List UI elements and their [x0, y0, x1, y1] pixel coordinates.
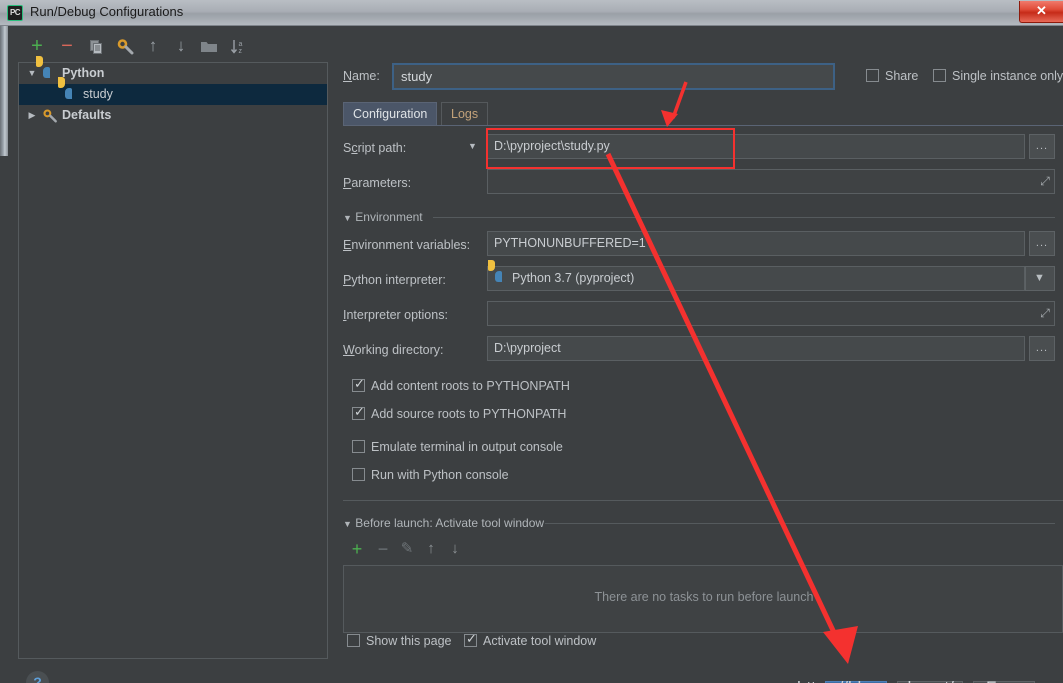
python-icon — [65, 88, 79, 102]
edit-templates-wrench-icon[interactable] — [114, 34, 136, 58]
show-this-page-checkbox[interactable]: Show this page — [347, 634, 451, 648]
env-variables-label: Environment variables: — [343, 238, 471, 252]
dialog-body: + − ↑ ↓ a z ▼ Python study ▶ Defaults ? … — [0, 26, 1063, 683]
configurations-panel: + − ↑ ↓ a z ▼ Python study ▶ Defaults ? — [8, 26, 335, 683]
name-input[interactable]: study — [392, 63, 835, 90]
new-folder-button[interactable] — [198, 34, 220, 58]
add-content-roots-checkbox[interactable]: Add content roots to PYTHONPATH — [352, 376, 570, 393]
tab-underline — [343, 125, 1063, 126]
expand-interpreter-options-icon[interactable]: ⤢ — [1037, 306, 1053, 321]
configurations-toolbar: + − ↑ ↓ a z — [18, 34, 318, 60]
env-variables-input[interactable]: PYTHONUNBUFFERED=1 — [487, 231, 1025, 256]
move-down-button[interactable]: ↓ — [170, 34, 192, 58]
checkbox-box[interactable] — [352, 404, 365, 420]
parameters-label: Parameters: — [343, 176, 412, 190]
run-with-python-console-checkbox[interactable]: Run with Python console — [352, 468, 509, 482]
tree-item-label: study — [83, 87, 113, 101]
remove-configuration-button[interactable]: − — [56, 34, 78, 58]
tree-item-study[interactable]: study — [19, 84, 327, 105]
tree-item-label: Python — [62, 66, 105, 80]
checkbox-label: Show this page — [366, 634, 452, 648]
share-label: Share — [885, 69, 919, 83]
pycharm-icon: PC — [7, 5, 23, 21]
svg-text:z: z — [239, 48, 243, 55]
tree-item-defaults[interactable]: ▶ Defaults — [19, 105, 327, 126]
interpreter-options-label: Interpreter options: — [343, 308, 448, 322]
section-divider — [433, 217, 1055, 218]
section-divider — [545, 523, 1055, 524]
window-title: Run/Debug Configurations — [30, 4, 184, 19]
interpreter-options-input[interactable] — [487, 301, 1055, 326]
chevron-down-icon[interactable]: ▼ — [343, 519, 352, 529]
add-configuration-button[interactable]: + — [26, 34, 48, 58]
checkbox-label: Run with Python console — [371, 468, 509, 482]
tree-item-python[interactable]: ▼ Python — [19, 63, 327, 84]
chevron-down-icon[interactable]: ▼ — [343, 213, 352, 223]
python-icon — [43, 67, 57, 81]
move-up-button[interactable]: ↑ — [142, 34, 164, 58]
remove-task-button[interactable]: − — [373, 539, 393, 559]
name-label: Name: — [343, 69, 380, 83]
help-icon[interactable]: ? — [26, 671, 49, 683]
environment-section-label: Environment — [355, 210, 423, 224]
working-directory-label: Working directory: — [343, 343, 444, 357]
env-variables-browse-button[interactable]: ... — [1029, 231, 1055, 256]
script-path-mode-chevron-icon[interactable]: ▼ — [468, 141, 477, 151]
python-interpreter-label: Python interpreter: — [343, 273, 446, 287]
python-interpreter-dropdown-button[interactable]: ▼ — [1025, 266, 1055, 291]
script-path-input[interactable]: D:\pyproject\study.py — [487, 134, 1025, 159]
tab-configuration[interactable]: Configuration — [343, 102, 438, 126]
group-divider — [343, 500, 1063, 501]
window-left-edge-lower — [0, 156, 8, 683]
close-icon[interactable]: ✕ — [1019, 1, 1063, 23]
python-interpreter-select[interactable]: Python 3.7 (pyproject) — [487, 266, 1025, 291]
checkbox-box[interactable] — [866, 69, 879, 82]
parameters-input[interactable] — [487, 169, 1055, 194]
before-launch-task-list[interactable]: There are no tasks to run before launch — [343, 565, 1063, 633]
checkbox-label: Activate tool window — [483, 634, 597, 648]
checkbox-box[interactable] — [352, 440, 365, 453]
checkbox-box[interactable] — [464, 631, 477, 647]
checkbox-label: Add content roots to PYTHONPATH — [371, 379, 570, 393]
task-move-up-button[interactable]: ↑ — [421, 539, 441, 559]
svg-text:a: a — [239, 41, 243, 48]
expand-parameters-icon[interactable]: ⤢ — [1037, 174, 1053, 189]
before-launch-label: Before launch: Activate tool window — [355, 516, 545, 530]
environment-section-header[interactable]: ▼ Environment — [343, 210, 423, 224]
working-directory-browse-button[interactable]: ... — [1029, 336, 1055, 361]
wrench-icon — [42, 109, 57, 123]
task-move-down-button[interactable]: ↓ — [445, 539, 465, 559]
emulate-terminal-checkbox[interactable]: Emulate terminal in output console — [352, 440, 563, 454]
share-checkbox[interactable]: Share — [866, 69, 918, 83]
sort-configurations-button[interactable]: a z — [228, 34, 250, 58]
configuration-form: Name: study Share Single instance only C… — [335, 26, 1063, 683]
script-path-browse-button[interactable]: ... — [1029, 134, 1055, 159]
window-title-bar: PC Run/Debug Configurations ✕ — [0, 0, 1063, 26]
checkbox-label: Emulate terminal in output console — [371, 440, 563, 454]
chevron-right-icon[interactable]: ▶ — [25, 105, 39, 126]
checkbox-box[interactable] — [352, 468, 365, 481]
before-launch-section-header[interactable]: ▼ Before launch: Activate tool window — [343, 516, 544, 530]
activate-tool-window-checkbox[interactable]: Activate tool window — [464, 631, 597, 648]
checkbox-box[interactable] — [352, 376, 365, 392]
checkbox-box[interactable] — [933, 69, 946, 82]
empty-task-message: There are no tasks to run before launch — [594, 590, 814, 604]
checkbox-box[interactable] — [347, 634, 360, 647]
edit-task-button[interactable]: ✎ — [397, 539, 417, 559]
single-instance-checkbox[interactable]: Single instance only — [933, 69, 1063, 83]
add-task-button[interactable]: + — [347, 539, 367, 559]
tab-logs[interactable]: Logs — [441, 102, 489, 126]
add-source-roots-checkbox[interactable]: Add source roots to PYTHONPATH — [352, 404, 567, 421]
configurations-tree[interactable]: ▼ Python study ▶ Defaults — [18, 62, 328, 659]
tree-item-label: Defaults — [62, 108, 112, 122]
single-instance-label: Single instance only — [952, 69, 1063, 83]
working-directory-input[interactable]: D:\pyproject — [487, 336, 1025, 361]
script-path-label: Script path: — [343, 141, 407, 155]
copy-configuration-button[interactable] — [86, 34, 108, 58]
checkbox-label: Add source roots to PYTHONPATH — [371, 407, 567, 421]
